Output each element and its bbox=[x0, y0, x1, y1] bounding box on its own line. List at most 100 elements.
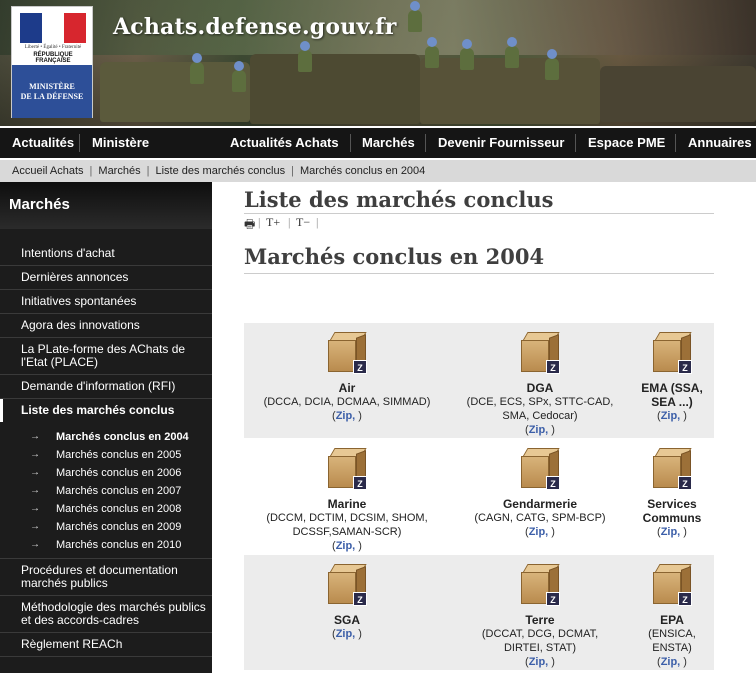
zip-archive-icon[interactable]: Z bbox=[651, 328, 693, 376]
sidebar-item-rfi[interactable]: Demande d'information (RFI) bbox=[0, 375, 212, 399]
breadcrumb-current: Marchés conclus en 2004 bbox=[299, 165, 426, 177]
breadcrumb-separator: | bbox=[291, 165, 294, 177]
archive-name: Gendarmerie bbox=[502, 497, 578, 511]
sidebar-item-procedures[interactable]: Procédures et documentation marchés publ… bbox=[0, 558, 212, 596]
archive-detail: (DCCA, DCIA, DCMAA, SIMMAD) bbox=[263, 396, 431, 408]
banner-soldier bbox=[408, 1, 422, 32]
text-tools: 🖶 | T+ | T− | bbox=[244, 213, 714, 231]
banner-vehicle bbox=[250, 54, 420, 124]
zip-link[interactable]: Zip, bbox=[661, 526, 681, 538]
arrow-right-icon: → bbox=[30, 449, 40, 460]
zip-archive-icon[interactable]: Z bbox=[651, 444, 693, 492]
breadcrumb-separator: | bbox=[146, 165, 150, 177]
archive-detail: (ENSICA, ENSTA) bbox=[648, 628, 696, 654]
sidebar-subitem-label: Marchés conclus en 2008 bbox=[56, 503, 182, 515]
zip-badge: Z bbox=[546, 360, 560, 374]
tools-separator: | bbox=[316, 215, 319, 229]
breadcrumb: Accueil Achats | Marchés | Liste des marchés… bbox=[0, 160, 756, 182]
sidebar-item-initiatives[interactable]: Initiatives spontanées bbox=[0, 290, 212, 314]
sidebar-subitem-2009[interactable]: → Marchés conclus en 2009 bbox=[0, 518, 212, 536]
sidebar-subitem-2006[interactable]: → Marchés conclus en 2006 bbox=[0, 464, 212, 482]
sidebar-subitem-2008[interactable]: → Marchés conclus en 2008 bbox=[0, 500, 212, 518]
sidebar-subitem-label: Marchés conclus en 2009 bbox=[56, 521, 182, 533]
sidebar-subitem-2004[interactable]: → Marchés conclus en 2004 bbox=[0, 428, 212, 446]
zip-archive-icon[interactable]: Z bbox=[651, 560, 693, 608]
nav-item-marches[interactable]: Marchés bbox=[350, 128, 415, 158]
arrow-right-icon: → bbox=[30, 485, 40, 496]
nav-item-annuaires[interactable]: Annuaires bbox=[676, 128, 752, 158]
sidebar-subitem-2010[interactable]: → Marchés conclus en 2010 bbox=[0, 536, 212, 554]
zip-archive-icon[interactable]: Z bbox=[326, 444, 368, 492]
zip-link[interactable]: Zip, bbox=[336, 628, 356, 640]
sidebar-item-place[interactable]: La PLate-forme des AChats de l'Etat (PLA… bbox=[0, 338, 212, 375]
sidebar-subitem-2007[interactable]: → Marchés conclus en 2007 bbox=[0, 482, 212, 500]
print-icon[interactable]: 🖶 bbox=[244, 215, 255, 236]
logo-ministry: MINISTÈRE DE LA DÉFENSE bbox=[12, 65, 92, 118]
zip-link[interactable]: Zip, bbox=[661, 656, 681, 668]
banner-soldier bbox=[460, 39, 474, 70]
archive-cell-services-communs: Z Services Communs (Zip, ) bbox=[630, 444, 714, 539]
site-title[interactable]: Achats.defense.gouv.fr bbox=[113, 14, 397, 40]
zip-archive-icon[interactable]: Z bbox=[326, 328, 368, 376]
breadcrumb-item[interactable]: Accueil Achats bbox=[12, 165, 84, 177]
top-navigation: Actualités Ministère Actualités Achats M… bbox=[0, 128, 756, 158]
sidebar-item-methodologie[interactable]: Méthodologie des marchés publics et des … bbox=[0, 596, 212, 633]
nav-item-actualites[interactable]: Actualités bbox=[0, 128, 74, 158]
banner-soldier bbox=[505, 37, 519, 68]
logo-motto: Liberté • Égalité • Fraternité bbox=[24, 45, 82, 50]
nav-item-devenir-fournisseur[interactable]: Devenir Fournisseur bbox=[426, 128, 564, 158]
zip-link[interactable]: Zip, bbox=[661, 410, 681, 422]
logo-republic: RÉPUBLIQUE FRANÇAISE bbox=[33, 52, 73, 64]
sidebar-subitem-2005[interactable]: → Marchés conclus en 2005 bbox=[0, 446, 212, 464]
font-bigger-button[interactable]: T+ bbox=[266, 215, 280, 230]
archive-zip: (Zip, ) bbox=[657, 656, 687, 668]
nav-item-actualites-achats[interactable]: Actualités Achats bbox=[218, 128, 339, 158]
zip-link[interactable]: Zip, bbox=[529, 656, 549, 668]
sidebar-item-reach[interactable]: Règlement REACh bbox=[0, 633, 212, 657]
tools-separator: | bbox=[258, 215, 261, 229]
archive-detail: (DCE, ECS, SPx, STTC-CAD, SMA, Cedocar) bbox=[466, 396, 614, 422]
french-flag bbox=[20, 13, 86, 43]
sidebar-item-agora[interactable]: Agora des innovations bbox=[0, 314, 212, 338]
arrow-right-icon: → bbox=[30, 539, 40, 550]
sidebar-menu: Intentions d'achat Dernières annonces In… bbox=[0, 242, 212, 657]
zip-archive-icon[interactable]: Z bbox=[519, 444, 561, 492]
archive-zip: (Zip, ) bbox=[657, 526, 687, 538]
zip-archive-icon[interactable]: Z bbox=[326, 560, 368, 608]
archive-grid: Z Air (DCCA, DCIA, DCMAA, SIMMAD) (Zip, … bbox=[244, 323, 714, 671]
logo-ministry-line2: DE LA DÉFENSE bbox=[20, 92, 84, 101]
zip-archive-icon[interactable]: Z bbox=[519, 328, 561, 376]
header-banner: Liberté • Égalité • Fraternité RÉPUBLIQU… bbox=[0, 0, 756, 126]
sidebar-subitem-label: Marchés conclus en 2007 bbox=[56, 485, 182, 497]
nav-item-espace-pme[interactable]: Espace PME bbox=[576, 128, 665, 158]
zip-link[interactable]: Zip, bbox=[529, 526, 549, 538]
zip-link[interactable]: Zip, bbox=[529, 424, 549, 436]
archive-cell-gendarmerie: Z Gendarmerie (CAGN, CATG, SPM-BCP) (Zip… bbox=[450, 444, 630, 539]
sidebar-item-dernieres-annonces[interactable]: Dernières annonces bbox=[0, 266, 212, 290]
sidebar-item-intentions[interactable]: Intentions d'achat bbox=[0, 242, 212, 266]
ministry-logo[interactable]: Liberté • Égalité • Fraternité RÉPUBLIQU… bbox=[11, 6, 93, 118]
archive-name: EMA (SSA, SEA ...) bbox=[641, 381, 703, 409]
section-title: Marchés conclus en 2004 bbox=[244, 244, 714, 274]
zip-link[interactable]: Zip, bbox=[336, 410, 356, 422]
sidebar-subitem-label: Marchés conclus en 2004 bbox=[56, 431, 189, 443]
zip-badge: Z bbox=[353, 360, 367, 374]
breadcrumb-item[interactable]: Marchés bbox=[98, 165, 140, 177]
archive-name: Terre bbox=[525, 613, 555, 627]
tools-separator: | bbox=[288, 215, 291, 229]
sidebar-subitem-label: Marchés conclus en 2006 bbox=[56, 467, 182, 479]
zip-archive-icon[interactable]: Z bbox=[519, 560, 561, 608]
breadcrumb-item[interactable]: Liste des marchés conclus bbox=[155, 165, 285, 177]
archive-cell-air: Z Air (DCCA, DCIA, DCMAA, SIMMAD) (Zip, … bbox=[244, 328, 450, 423]
archive-zip: (Zip, ) bbox=[332, 628, 362, 640]
nav-item-ministere[interactable]: Ministère bbox=[80, 128, 149, 158]
sidebar-item-liste-marches[interactable]: Liste des marchés conclus bbox=[0, 399, 212, 422]
sidebar-submenu: → Marchés conclus en 2004 → Marchés conclu… bbox=[0, 422, 212, 558]
sidebar-subitem-label: Marchés conclus en 2010 bbox=[56, 539, 182, 551]
font-smaller-button[interactable]: T− bbox=[296, 215, 310, 230]
archive-zip: (Zip, ) bbox=[525, 424, 555, 436]
banner-soldier bbox=[298, 41, 312, 72]
archive-detail: (DCCAT, DCG, DCMAT, DIRTEI, STAT) bbox=[481, 628, 599, 654]
zip-link[interactable]: Zip, bbox=[336, 540, 356, 552]
main-content: Liste des marchés conclus 🖶 | T+ | T− | … bbox=[244, 182, 756, 671]
